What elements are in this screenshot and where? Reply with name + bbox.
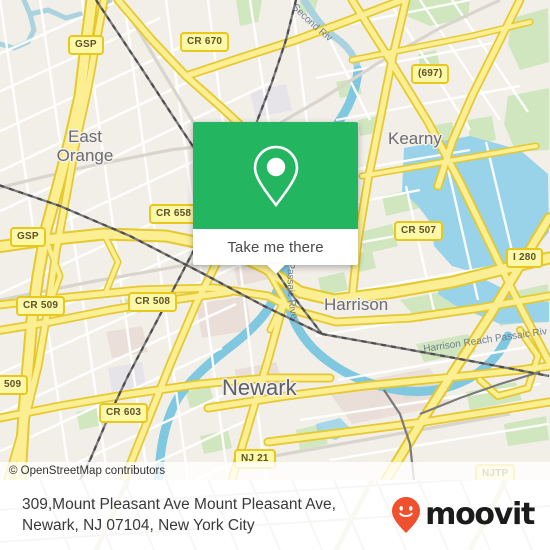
place-label-kearny: Kearny — [388, 129, 442, 148]
road-shield-gsp-west: GSP — [10, 227, 46, 247]
road-shield-cr-603: CR 603 — [99, 403, 149, 423]
place-label-east-orange: East Orange — [56, 127, 114, 165]
road-shield-gsp-north: GSP — [68, 35, 104, 55]
moovit-smiley-pin-icon — [392, 497, 421, 533]
map-share-card: Second River Passaic River Harrison Reac… — [0, 0, 550, 550]
address-line-1: 309,Mount Pleasant Ave Mount Pleasant Av… — [22, 496, 336, 513]
road-shield-cr-670: CR 670 — [180, 32, 230, 52]
place-label-newark: Newark — [222, 375, 297, 400]
place-label-harrison: Harrison — [324, 295, 389, 314]
road-shield-i-280: I 280 — [506, 248, 544, 268]
moovit-wordmark: moovit — [425, 497, 535, 532]
map-attribution[interactable]: © OpenStreetMap contributors — [0, 462, 550, 480]
take-me-there-label: Take me there — [227, 238, 324, 256]
map-pin-icon — [253, 145, 298, 207]
footer-bar: 309,Mount Pleasant Ave Mount Pleasant Av… — [0, 480, 550, 550]
road-shield-cr-508: CR 508 — [128, 292, 178, 312]
road-shield-cr-507: CR 507 — [394, 221, 444, 241]
road-shield-697: (697) — [411, 64, 450, 84]
location-popup[interactable]: Take me there — [193, 122, 358, 274]
address-text: 309,Mount Pleasant Ave Mount Pleasant Av… — [22, 494, 336, 536]
moovit-brand[interactable]: moovit — [391, 496, 535, 534]
popup-icon-area — [193, 122, 358, 229]
road-shield-cr-658: CR 658 — [149, 204, 199, 224]
take-me-there-button[interactable]: Take me there — [193, 229, 358, 274]
road-shield-cr-509: CR 509 — [16, 296, 66, 316]
road-shield-509: 509 — [0, 375, 29, 395]
popup-tail — [265, 264, 286, 274]
address-line-2: Newark, NJ 07104, New York City — [22, 517, 255, 534]
map-canvas[interactable]: Second River Passaic River Harrison Reac… — [0, 0, 550, 480]
